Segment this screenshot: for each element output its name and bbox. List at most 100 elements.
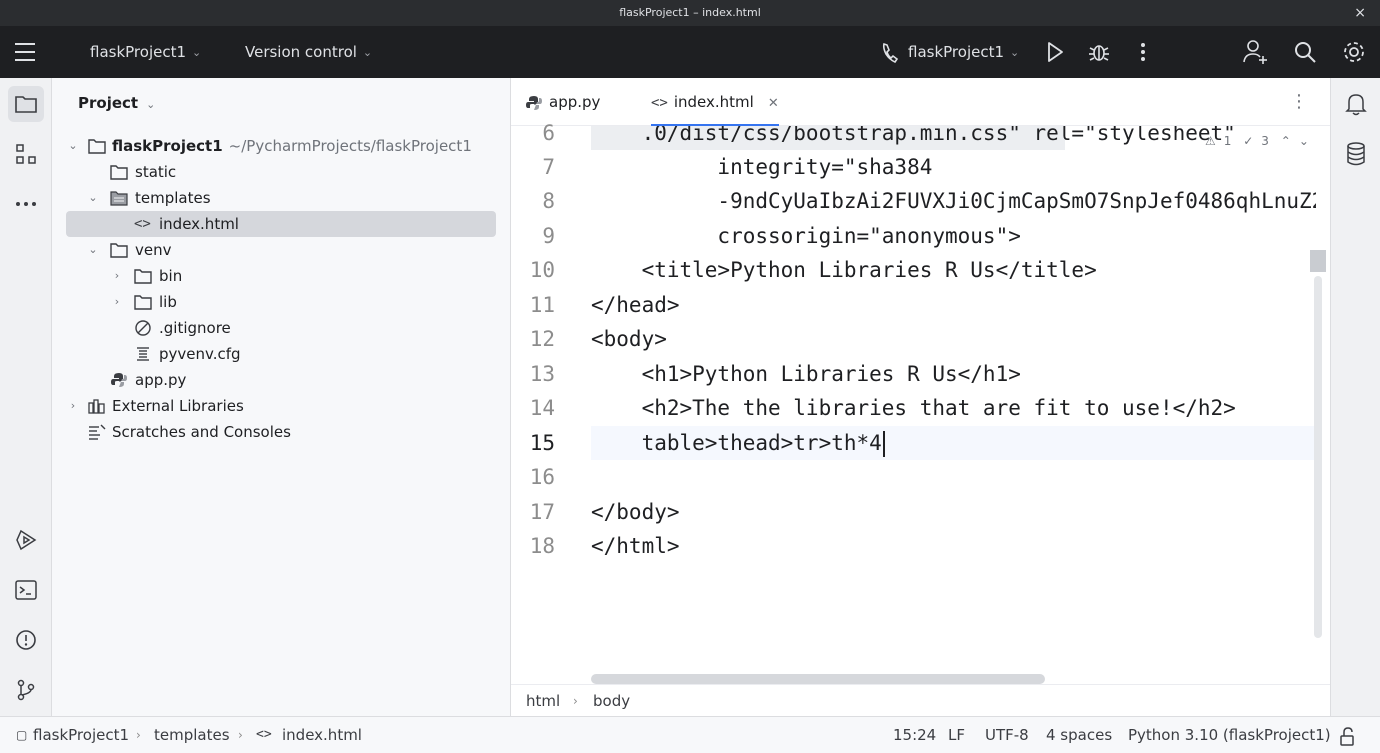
code-line: -9ndCyUaIbzAi2FUVXJi0CjmCapSmO7SnpJef048… (717, 189, 1316, 213)
python-icon (111, 373, 127, 387)
scrollbar-marker (1310, 250, 1326, 272)
python-icon (526, 95, 542, 110)
tree-item-pyvenv-cfg[interactable]: pyvenv.cfg (66, 341, 496, 367)
tab-index-html[interactable]: <> index.html ✕ (651, 78, 779, 127)
hamburger-menu-icon[interactable] (14, 26, 36, 78)
check-icon: ✓ (1243, 134, 1254, 148)
ignored-file-icon (135, 320, 151, 336)
tree-item-scratches[interactable]: Scratches and Consoles (66, 419, 496, 445)
more-vertical-icon[interactable] (1138, 26, 1148, 78)
tree-item-static[interactable]: static (66, 159, 496, 185)
tree-item-external-libraries[interactable]: › External Libraries (66, 393, 496, 419)
run-configuration[interactable]: flaskProject1 ⌄ (908, 26, 1019, 78)
window-close-button[interactable]: × (1354, 0, 1366, 26)
phone-icon[interactable] (880, 26, 900, 78)
debug-icon[interactable] (1088, 26, 1110, 78)
chevron-right-icon[interactable]: › (110, 263, 124, 289)
add-user-icon[interactable] (1242, 26, 1268, 78)
chevron-down-icon: ⌄ (146, 98, 156, 111)
run-configuration-label: flaskProject1 (908, 43, 1005, 61)
chevron-down-icon: ⌄ (1010, 45, 1020, 59)
notifications-icon[interactable] (1338, 86, 1374, 122)
chevron-right-icon: › (573, 694, 578, 708)
module-icon: ▢ (16, 728, 28, 742)
tree-item-bin[interactable]: › bin (66, 263, 496, 289)
tree-item-flaskproject1[interactable]: ⌄ flaskProject1 ~/PycharmProjects/flaskPr… (66, 133, 496, 159)
horizontal-scrollbar[interactable] (591, 674, 1045, 684)
problems-icon[interactable] (8, 622, 44, 658)
folder-icon (134, 269, 152, 284)
chevron-right-icon[interactable]: › (66, 393, 80, 419)
status-path-item[interactable]: index.html (282, 717, 362, 753)
text-caret (882, 431, 885, 457)
git-icon[interactable] (8, 672, 44, 708)
indent-setting[interactable]: 4 spaces (1046, 717, 1112, 753)
line-number: 16 (529, 465, 555, 489)
folder-icon[interactable] (8, 86, 44, 122)
vertical-scrollbar[interactable] (1310, 250, 1326, 640)
scrollbar-thumb[interactable] (1314, 276, 1322, 638)
tree-item-label: index.html (159, 215, 239, 233)
search-icon[interactable] (1293, 26, 1317, 78)
line-separator[interactable]: LF (948, 717, 965, 753)
services-icon[interactable] (8, 522, 44, 558)
code-line: </body> (591, 500, 680, 524)
chevron-down-icon[interactable]: ⌄ (1299, 134, 1309, 148)
code-line: <h1>Python Libraries R Us</h1> (591, 362, 1021, 386)
line-number: 12 (529, 327, 555, 351)
folder-icon (110, 165, 128, 180)
project-view-selector[interactable]: Project ⌄ (78, 94, 155, 112)
file-encoding[interactable]: UTF-8 (985, 717, 1029, 753)
run-icon[interactable] (1045, 26, 1065, 78)
project-tool-window: Project ⌄ ⌄ flaskProject1 ~/PycharmProject… (52, 78, 511, 716)
chevron-down-icon[interactable]: ⌄ (86, 237, 100, 263)
code-editor[interactable]: .0/dist/css/bootstrap.min.css" rel="styl… (591, 126, 1316, 678)
code-line: <title>Python Libraries R Us</title> (591, 258, 1097, 282)
code-line: integrity="sha384 (591, 155, 933, 179)
code-line: <h2>The the libraries that are fit to us… (591, 396, 1236, 420)
tree-item-label: app.py (135, 371, 187, 389)
tree-item-label: External Libraries (112, 397, 244, 415)
inspection-widget[interactable]: ⚠ 1 ✓ 3 ⌃ ⌄ (1205, 134, 1317, 148)
gear-icon[interactable] (1342, 26, 1366, 78)
project-switcher[interactable]: flaskProject1 ⌄ (90, 26, 201, 78)
line-number: 6 (542, 121, 555, 145)
status-path-item[interactable]: templates (154, 717, 230, 753)
ellipsis-icon[interactable] (8, 186, 44, 222)
chevron-up-icon[interactable]: ⌃ (1281, 134, 1291, 148)
tree-item-label: templates (135, 189, 211, 207)
tree-item-label: .gitignore (159, 319, 231, 337)
tree-item-venv[interactable]: ⌄ venv (66, 237, 496, 263)
code-line-text: table>thead>tr>th*4 (591, 431, 882, 455)
vcs-menu[interactable]: Version control ⌄ (245, 26, 372, 78)
terminal-icon[interactable] (8, 572, 44, 608)
chevron-right-icon[interactable]: › (110, 289, 124, 315)
tree-item-lib[interactable]: › lib (66, 289, 496, 315)
caret-position[interactable]: 15:24 (893, 717, 936, 753)
weak-warning-count: 3 (1261, 134, 1269, 148)
tree-item-index-html[interactable]: <> index.html (66, 211, 496, 237)
tree-item-templates[interactable]: ⌄ templates (66, 185, 496, 211)
database-icon[interactable] (1338, 136, 1374, 172)
close-icon[interactable]: ✕ (768, 96, 779, 111)
warning-icon: ⚠ (1205, 134, 1216, 148)
tree-item-app-py[interactable]: app.py (66, 367, 496, 393)
vcs-menu-label: Version control (245, 43, 357, 61)
chevron-down-icon: ⌄ (362, 45, 373, 59)
line-number: 11 (529, 293, 555, 317)
python-interpreter[interactable]: Python 3.10 (flaskProject1) (1128, 717, 1331, 753)
lock-icon[interactable] (1339, 724, 1357, 753)
breadcrumb-item[interactable]: body (593, 685, 630, 717)
status-path-item[interactable]: flaskProject1 (33, 717, 129, 753)
code-line: <body> (591, 327, 667, 351)
tree-item-gitignore[interactable]: .gitignore (66, 315, 496, 341)
breadcrumb-item[interactable]: html (526, 685, 560, 717)
tree-item-label: venv (135, 241, 172, 259)
editor-area: app.py <> index.html ✕ ⋮ 6 7 8 9 10 11 12 … (511, 78, 1330, 738)
structure-icon[interactable] (8, 136, 44, 172)
chevron-down-icon[interactable]: ⌄ (66, 133, 80, 159)
chevron-down-icon[interactable]: ⌄ (86, 185, 100, 211)
editor-tabs: app.py <> index.html ✕ ⋮ (511, 78, 1330, 127)
more-vertical-icon[interactable]: ⋮ (1290, 78, 1308, 126)
tree-item-label: bin (159, 267, 183, 285)
